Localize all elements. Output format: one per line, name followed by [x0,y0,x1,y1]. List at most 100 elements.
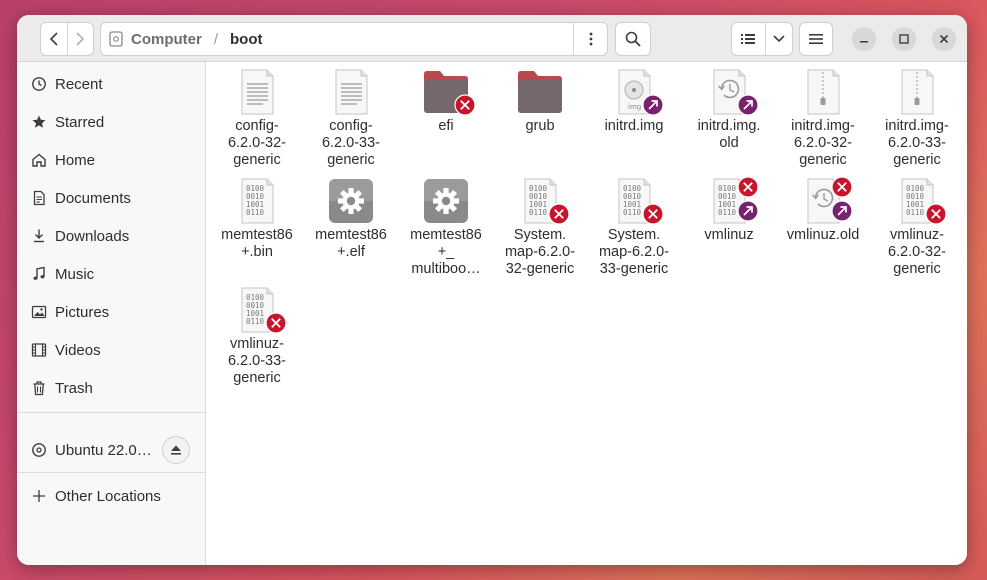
chevron-left-icon [49,32,58,46]
file-item[interactable]: 0100 0010 1001 0110 vmlinuz [682,171,776,244]
sidebar-item-recent[interactable]: Recent [17,66,205,102]
search-button[interactable] [615,22,651,56]
sidebar-item-label: Trash [55,379,93,397]
sidebar-item-other-locations[interactable]: Other Locations [17,478,205,514]
unreadable-emblem-icon [925,203,947,230]
path-bar: Computer / boot [100,22,608,56]
file-item[interactable]: 0100 0010 1001 0110 System. map-6.2.0- 32-ge… [493,171,587,278]
list-view-button[interactable] [732,23,765,55]
file-item[interactable]: efi [399,62,493,135]
breadcrumb-boot[interactable]: boot [230,31,262,48]
sidebar-divider [17,472,205,473]
file-image-icon: img [610,68,664,116]
chevron-right-icon [76,32,85,46]
file-name: memtest86 +_ multiboo… [410,227,482,277]
maximize-icon [899,34,909,44]
sidebar-item-label: Music [55,265,95,283]
file-item[interactable]: 0100 0010 1001 0110 vmlinuz- 6.2.0-33- gener… [210,280,304,387]
unreadable-emblem-icon [831,176,853,203]
file-name: vmlinuz- 6.2.0-32- generic [887,227,947,277]
file-executable-icon [327,177,375,225]
file-item[interactable]: initrd.img. old [682,62,776,152]
sidebar-item-pictures[interactable]: Pictures [17,294,205,330]
file-item[interactable]: img initrd.img [587,62,681,135]
eject-button[interactable] [162,436,190,464]
unreadable-badge-icon [831,176,853,198]
svg-text:img: img [628,103,641,111]
document-icon [29,190,49,206]
file-manager-window: Computer / boot Recent Starred Home Docu… [17,15,967,565]
unreadable-emblem-icon [642,203,664,230]
sidebar-item-home[interactable]: Home [17,142,205,178]
sidebar-item-starred[interactable]: Starred [17,104,205,140]
file-item[interactable]: config- 6.2.0-32- generic [210,62,304,169]
file-text-icon [233,68,281,116]
file-item[interactable]: 0100 0010 1001 0110 vmlinuz- 6.2.0-32- gener… [870,171,964,278]
file-item[interactable]: 0100 0010 1001 0110 System. map-6.2.0- 33-ge… [587,171,681,278]
file-binary-icon: 0100 0010 1001 0110 [705,176,759,225]
file-folder-icon [422,68,476,116]
sidebar-item-documents[interactable]: Documents [17,180,205,216]
symlink-badge-icon [737,94,759,116]
sidebar-item-music[interactable]: Music [17,256,205,292]
sidebar-item-videos[interactable]: Videos [17,332,205,368]
sidebar-item-label: Ubuntu 22.0… [55,441,152,459]
file-name: System. map-6.2.0- 32-generic [504,227,576,277]
minimize-icon [860,41,868,43]
picture-icon [29,304,49,320]
header-bar: Computer / boot [17,15,967,62]
file-archive-icon [799,68,847,116]
sidebar: Recent Starred Home Documents Downloads Music… [17,62,206,565]
svg-text:0110: 0110 [246,208,265,217]
film-icon [29,342,49,358]
file-name: initrd.img- 6.2.0-33- generic [885,118,949,168]
symlink-emblem-icon [737,94,759,121]
download-icon [29,228,49,244]
chevron-down-icon [773,35,785,43]
unreadable-badge-icon [548,203,570,225]
file-item[interactable]: 0100 0010 1001 0110 memtest86 +.bin [210,171,304,261]
file-name: initrd.img- 6.2.0-32- generic [791,118,855,168]
sidebar-item-label: Starred [55,113,105,131]
file-item[interactable]: vmlinuz.old [776,171,870,244]
view-options-button[interactable] [766,23,792,55]
home-icon [29,152,49,168]
file-item[interactable]: memtest86 +.elf [304,171,398,261]
file-binary-icon: 0100 0010 1001 0110 [893,177,947,225]
file-binary-icon: 0100 0010 1001 0110 [233,177,281,225]
symlink-emblem-icon [831,200,853,227]
file-name: memtest86 +.elf [315,227,387,260]
sidebar-item-label: Pictures [55,303,110,321]
symlink-badge-icon [642,94,664,116]
sidebar-item-label: Downloads [55,227,130,245]
path-menu-button[interactable] [573,23,607,55]
file-executable-icon [422,177,470,225]
sidebar-item-downloads[interactable]: Downloads [17,218,205,254]
maximize-button[interactable] [892,27,916,51]
clock-icon [29,76,49,92]
file-item[interactable]: initrd.img- 6.2.0-32- generic [776,62,870,169]
svg-text:0110: 0110 [529,208,548,217]
file-item[interactable]: config- 6.2.0-33- generic [304,62,398,169]
back-button[interactable] [41,23,67,55]
close-button[interactable] [932,27,956,51]
file-name: vmlinuz.old [786,227,860,243]
file-name: efi [438,118,454,134]
file-item[interactable]: grub [493,62,587,135]
file-binary-icon: 0100 0010 1001 0110 [610,177,664,225]
forward-button[interactable] [67,23,93,55]
file-folder-icon [516,68,564,116]
file-backup-icon [799,176,853,225]
navigation-buttons [40,22,94,56]
main-menu-button[interactable] [799,22,833,56]
file-item[interactable]: initrd.img- 6.2.0-33- generic [870,62,964,169]
sidebar-item-label: Documents [55,189,131,207]
file-item[interactable]: memtest86 +_ multiboo… [399,171,493,278]
file-backup-icon [705,68,759,116]
minimize-button[interactable] [852,27,876,51]
plus-icon [29,489,49,503]
file-name: vmlinuz [704,227,754,243]
unreadable-badge-icon [737,176,759,198]
sidebar-item-trash[interactable]: Trash [17,370,205,406]
breadcrumb-computer[interactable]: Computer [131,31,202,48]
